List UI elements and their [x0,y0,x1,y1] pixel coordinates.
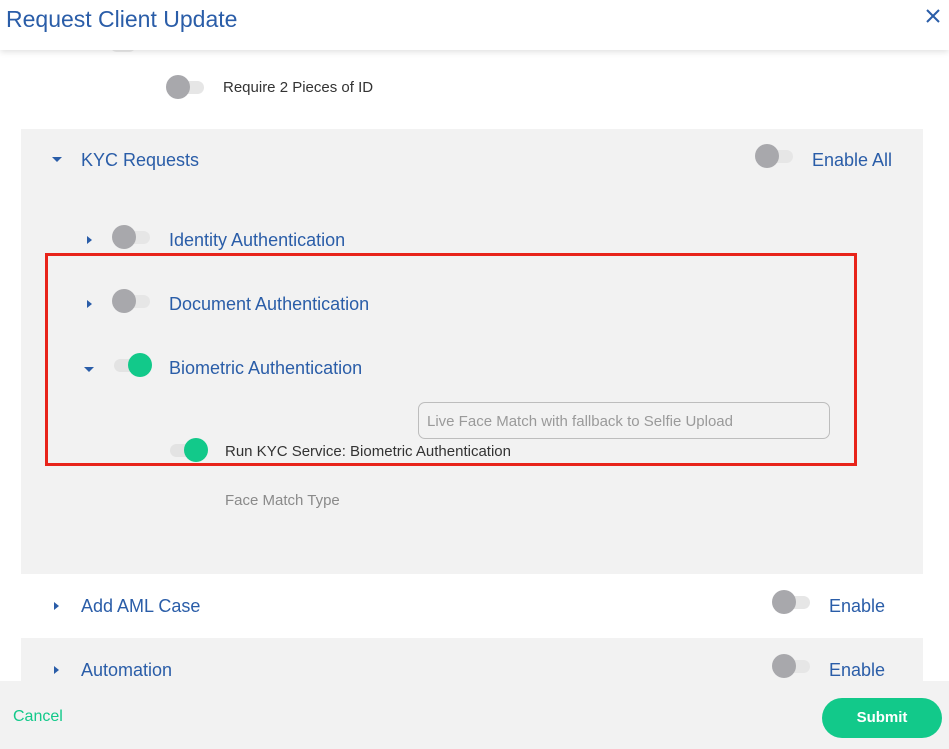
automation-enable-toggle[interactable] [772,653,812,679]
dialog-footer: Cancel Submit [0,681,949,749]
close-icon[interactable] [923,6,943,26]
require-two-ids-label: Require 2 Pieces of ID [223,79,374,96]
caret-right-icon[interactable] [87,236,92,244]
toggle-knob [166,75,190,99]
biometric-authentication-label[interactable]: Biometric Authentication [169,358,362,379]
toggle-knob [755,144,779,168]
face-match-type-select[interactable]: Live Face Match with fallback to Selfie … [418,402,830,439]
partial-toggle [110,50,136,52]
kyc-enable-all-label: Enable All [812,150,893,170]
run-kyc-service-label: Run KYC Service: Biometric Authenticatio… [225,443,511,460]
kyc-requests-header[interactable]: KYC Requests [81,150,199,171]
toggle-knob [112,225,136,249]
aml-enable-label: Enable [829,596,886,616]
kyc-enable-all-toggle[interactable] [755,143,795,169]
automation-label[interactable]: Automation [81,660,172,681]
dialog-body[interactable]: Require 2 Pieces of ID KYC Requests Enab… [0,50,949,681]
request-client-update-dialog: Request Client Update Require 2 Pieces o… [0,0,949,749]
require-two-ids-toggle[interactable] [166,74,206,100]
add-aml-case-label[interactable]: Add AML Case [81,596,200,617]
dialog-header: Request Client Update [0,0,949,50]
dialog-title: Request Client Update [6,6,238,32]
toggle-knob [772,654,796,678]
face-match-type-label: Face Match Type [225,492,340,509]
toggle-knob [128,353,152,377]
caret-down-icon[interactable] [52,157,62,162]
biometric-authentication-toggle[interactable] [112,352,152,378]
identity-authentication-label[interactable]: Identity Authentication [169,230,345,251]
identity-authentication-toggle[interactable] [112,224,152,250]
submit-button[interactable]: Submit [822,698,942,738]
automation-enable-label: Enable [829,660,886,680]
caret-right-icon[interactable] [54,666,59,674]
aml-enable-toggle[interactable] [772,589,812,615]
caret-right-icon[interactable] [54,602,59,610]
caret-down-icon[interactable] [84,367,94,372]
toggle-knob [184,438,208,462]
cancel-button[interactable]: Cancel [13,708,63,726]
run-kyc-service-toggle[interactable] [168,437,208,463]
toggle-knob [772,590,796,614]
